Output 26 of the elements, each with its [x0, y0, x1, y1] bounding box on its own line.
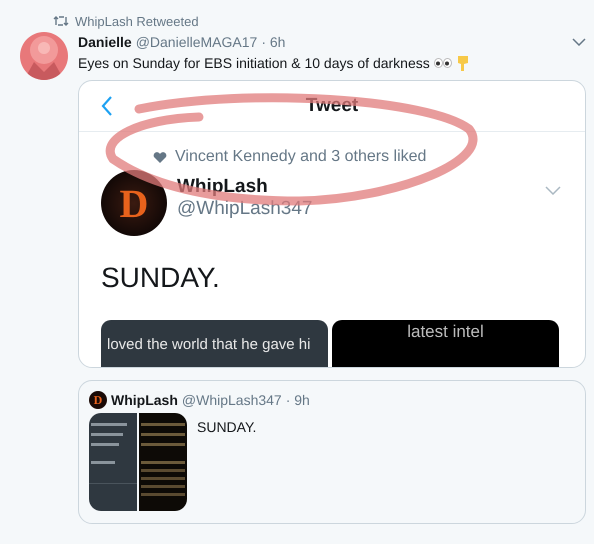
tweet-time: · 9h [286, 392, 310, 408]
heart-icon [153, 151, 167, 163]
media-caption: loved the world that he gave hi [106, 335, 310, 355]
chevron-down-icon [545, 186, 561, 195]
media-caption: latest intel [407, 321, 484, 343]
tweet-text: SUNDAY. [197, 418, 256, 437]
pointing-down-icon [456, 54, 470, 72]
eyes-icon [434, 58, 452, 68]
author-handle: @DanielleMAGA17 [136, 34, 258, 50]
quoted-tweet[interactable]: D WhipLash @WhipLash347 · 9h SUNDAY. [78, 380, 586, 524]
author-name: WhipLash [111, 392, 178, 408]
avatar-letter: D [120, 180, 148, 226]
screen-title: Tweet [306, 95, 358, 117]
tweet-time[interactable]: · 6h [261, 34, 286, 50]
chevron-down-icon[interactable] [572, 38, 586, 46]
liked-by-text: Vincent Kennedy and 3 others liked [175, 148, 426, 166]
author-handle: @WhipLash347 [182, 392, 282, 408]
tweet-text: Eyes on Sunday for EBS initiation & 10 days of darkness [78, 55, 430, 71]
author-name[interactable]: Danielle [78, 34, 132, 50]
author-handle: @WhipLash347 [177, 198, 312, 220]
retweet-icon [53, 15, 69, 27]
retweet-label: WhipLash Retweeted [75, 14, 199, 28]
author-name: WhipLash [177, 176, 269, 198]
avatar-letter: D [94, 392, 102, 408]
tweet-text: SUNDAY. [100, 261, 221, 294]
back-chevron-icon [101, 95, 113, 117]
